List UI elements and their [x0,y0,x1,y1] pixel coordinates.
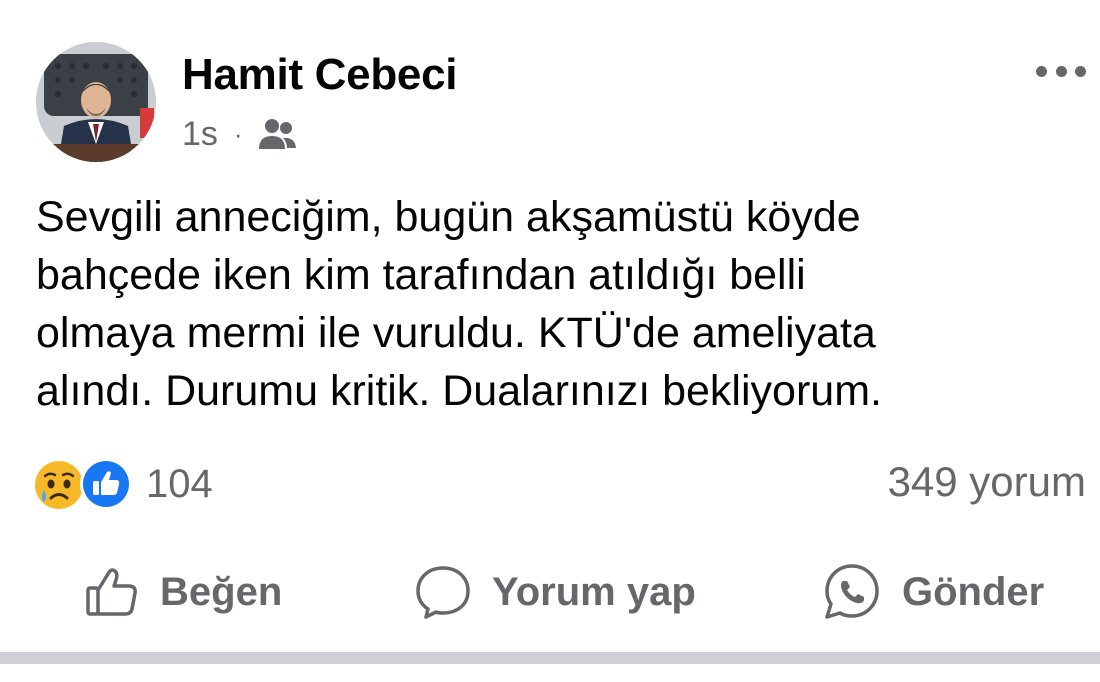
send-label: Gönder [902,569,1045,614]
comment-label: Yorum yap [492,569,696,614]
reaction-count: 104 [146,461,213,506]
sad-reaction-icon [35,461,83,509]
whatsapp-icon [825,564,879,619]
avatar-photo [36,42,156,162]
friends-icon[interactable] [257,117,297,151]
like-label: Beğen [160,569,283,614]
send-button[interactable]: Gönder [822,550,1044,634]
comment-bubble-icon [416,566,470,619]
author-name[interactable]: Hamit Cebeci [182,50,457,100]
like-button[interactable]: Beğen [84,550,282,634]
reaction-icons [34,458,134,510]
comment-button[interactable]: Yorum yap [414,550,696,634]
facebook-post: Hamit Cebeci 1s · Sevgili anneciğim, bug… [0,0,1100,682]
post-text: Sevgili anneciğim, bugün akşamüstü köyde… [36,193,882,415]
reactions-summary[interactable]: 104 [34,456,213,512]
meta-separator: · [233,118,243,149]
post-divider [0,652,1100,664]
avatar[interactable] [36,42,156,162]
action-bar: Beğen Yorum yap Gönder [0,550,1100,634]
thumbs-up-icon [86,568,137,616]
comment-count[interactable]: 349 yorum [888,458,1086,506]
more-options-icon[interactable] [1036,58,1086,84]
post-time[interactable]: 1s [182,115,218,154]
post-meta: 1s · [182,112,297,156]
like-reaction-icon [80,458,132,510]
